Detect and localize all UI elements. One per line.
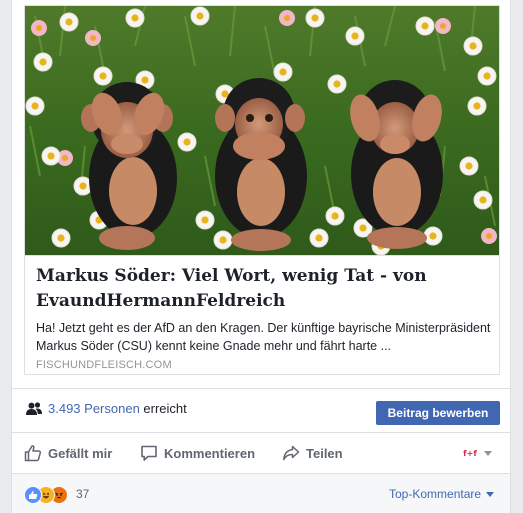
link-preview-card[interactable]: Markus Söder: Viel Wort, wenig Tat - von…: [24, 5, 500, 375]
page-avatar: f+f: [463, 448, 477, 458]
reaction-count[interactable]: 37: [76, 487, 89, 501]
share-label: Teilen: [306, 445, 343, 461]
reach-row: 3.493 Personen erreicht Beitrag bewerben: [12, 388, 510, 432]
like-label: Gefällt mir: [48, 445, 113, 461]
link-domain: FISCHUNDFLEISCH.COM: [36, 359, 172, 371]
like-reaction-icon: [24, 486, 42, 504]
people-icon: [26, 402, 42, 415]
link-headline[interactable]: Markus Söder: Viel Wort, wenig Tat - von…: [36, 264, 492, 314]
share-icon: [283, 445, 300, 461]
preview-image[interactable]: [25, 6, 499, 255]
preview-text-block[interactable]: Markus Söder: Viel Wort, wenig Tat - von…: [25, 255, 499, 374]
reaction-summary[interactable]: [24, 486, 68, 504]
comment-icon: [141, 445, 157, 461]
reach-count-link[interactable]: 3.493 Personen: [48, 401, 140, 416]
reach-suffix: erreicht: [139, 401, 187, 416]
link-description: Ha! Jetzt geht es der AfD an den Kragen.…: [36, 321, 491, 353]
actions-row: Gefällt mir Kommentieren Teilen f+f: [12, 432, 510, 473]
reach-text: 3.493 Personen erreicht: [48, 401, 187, 417]
reactions-row: 37 Top-Kommentare: [12, 473, 510, 513]
page-voice-selector[interactable]: f+f: [461, 445, 492, 461]
comment-sort-label: Top-Kommentare: [389, 487, 482, 501]
post-card: Markus Söder: Viel Wort, wenig Tat - von…: [11, 0, 511, 513]
like-button[interactable]: Gefällt mir: [24, 443, 112, 463]
chevron-down-icon: [484, 450, 492, 456]
boost-post-button[interactable]: Beitrag bewerben: [376, 401, 500, 425]
chevron-down-icon: [486, 491, 495, 497]
thumbs-up-icon: [24, 445, 42, 462]
comment-button[interactable]: Kommentieren: [140, 443, 255, 463]
comment-sort-dropdown[interactable]: Top-Kommentare: [389, 487, 495, 501]
share-button[interactable]: Teilen: [282, 443, 343, 463]
comment-label: Kommentieren: [164, 445, 256, 461]
